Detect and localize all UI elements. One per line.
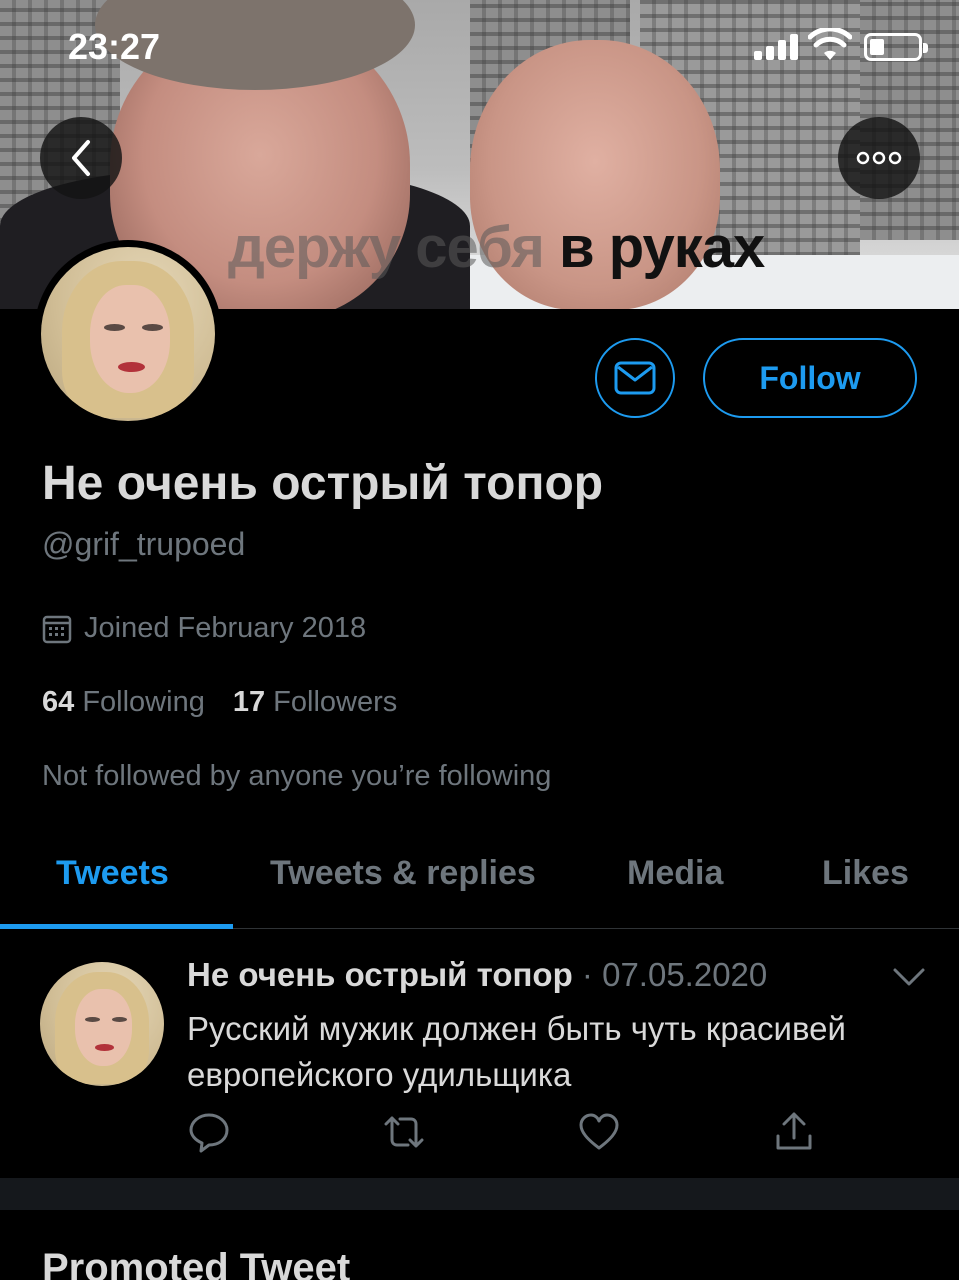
status-bar: 23:27 [0,0,959,100]
share-icon[interactable] [772,1110,816,1154]
back-button[interactable] [40,117,122,199]
wifi-icon [808,28,852,60]
tweet-item[interactable]: Не очень острый топор · 07.05.2020 Русск… [0,930,959,1178]
section-separator [0,1178,959,1210]
mail-icon [614,361,656,395]
banner-caption: держу себя в руках [228,215,765,280]
active-tab-indicator [0,924,233,929]
avatar-image [41,247,215,421]
followers-link[interactable]: 17 Followers [233,686,397,719]
retweet-icon[interactable] [382,1110,426,1154]
tweet-date: · 07.05.2020 [572,956,768,993]
tab-tweets-replies[interactable]: Tweets & replies [270,854,536,893]
tweet-avatar[interactable] [40,962,164,1086]
status-time: 23:27 [68,26,161,67]
tweet-actions [187,1110,827,1154]
tab-media[interactable]: Media [627,854,723,893]
not-followed-note: Not followed by anyone you’re following [42,760,552,792]
reply-icon[interactable] [187,1110,231,1154]
following-label: Following [82,686,205,718]
joined-label: Joined February 2018 [84,612,367,644]
back-icon [72,140,90,176]
joined-date: Joined February 2018 [42,612,366,645]
followers-count: 17 [232,686,266,718]
like-icon[interactable] [577,1110,621,1154]
following-link[interactable]: 64 Following [42,686,205,719]
chevron-down-icon[interactable] [892,966,926,988]
signal-icon [754,34,802,60]
more-icon [856,151,902,165]
battery-icon [864,33,928,61]
tab-tweets[interactable]: Tweets [56,854,169,893]
user-handle: @grif_trupoed [42,526,246,562]
calendar-icon [42,615,72,643]
followers-label: Followers [273,686,398,718]
follow-button[interactable]: Follow [703,338,917,418]
promoted-tweet-heading: Promoted Tweet [42,1246,351,1280]
follow-counts: 64 Following 17 Followers [42,686,397,719]
tab-likes[interactable]: Likes [822,854,909,893]
profile-avatar[interactable] [34,240,222,428]
message-button[interactable] [595,338,675,418]
following-count: 64 [42,686,75,718]
more-options-button[interactable] [838,117,920,199]
tweet-text: Русский мужик должен быть чуть красивей … [187,1010,846,1093]
tweet-author[interactable]: Не очень острый топор [187,956,573,993]
display-name: Не очень острый топор [42,457,604,510]
tweet-header: Не очень острый топор · 07.05.2020 [187,956,767,994]
profile-tabs: Tweets Tweets & replies Media Likes [0,826,959,929]
